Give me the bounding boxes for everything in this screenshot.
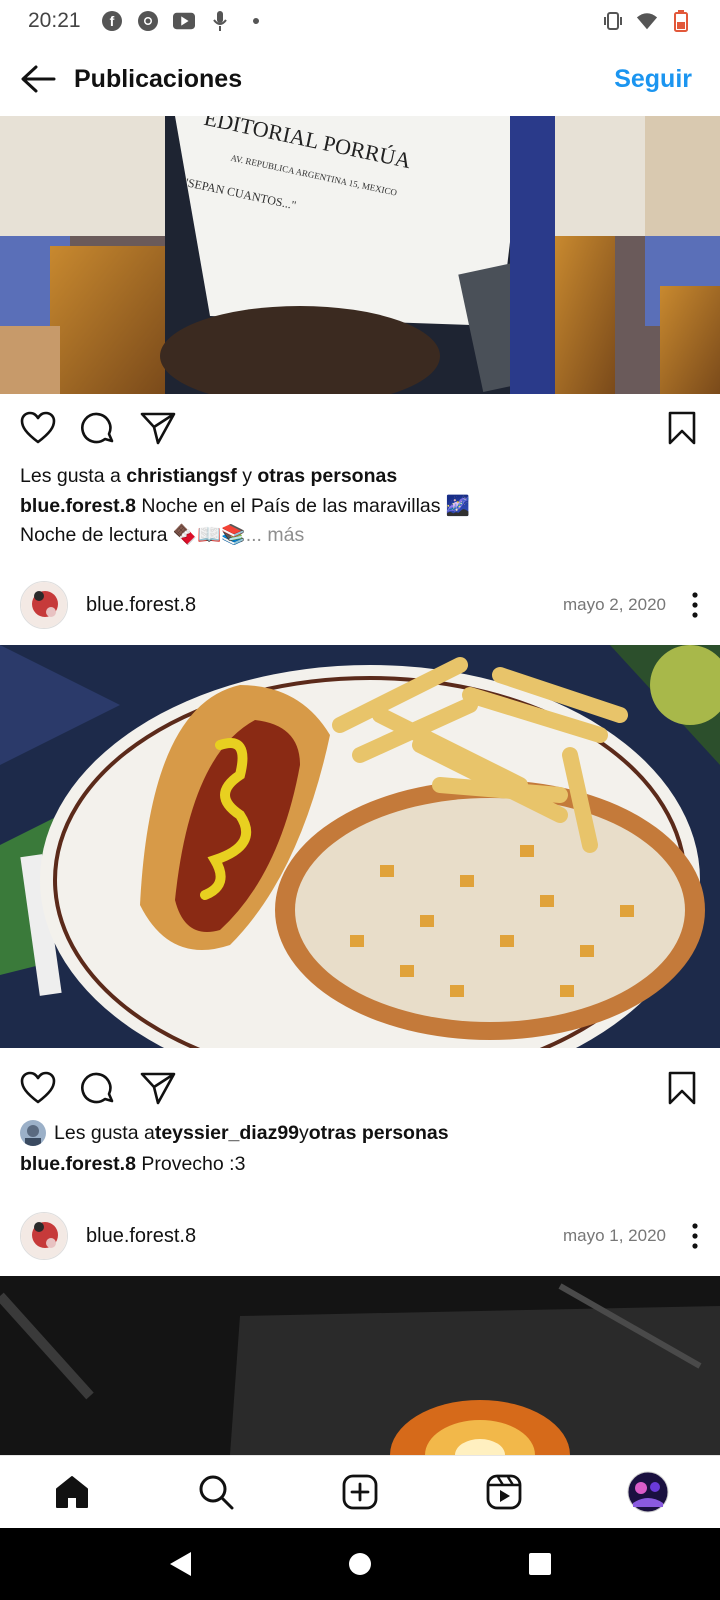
profile-avatar[interactable]	[576, 1456, 720, 1529]
caption-text: Provecho :3	[135, 1153, 246, 1175]
like-heart-icon[interactable]	[16, 1066, 60, 1110]
comment-icon[interactable]	[76, 406, 120, 450]
system-back-icon[interactable]	[150, 1534, 210, 1594]
caption-username[interactable]: blue.forest.8	[20, 1153, 136, 1175]
share-send-icon[interactable]	[136, 1066, 180, 1110]
post2-caption: blue.forest.8 Provecho :3	[20, 1153, 245, 1176]
dot-icon	[245, 10, 267, 32]
more-link[interactable]: ... más	[246, 524, 305, 546]
save-bookmark-icon[interactable]	[660, 406, 704, 450]
create-post-icon[interactable]	[288, 1456, 432, 1529]
more-options-icon[interactable]	[680, 585, 710, 625]
post-date: mayo 1, 2020	[562, 1226, 666, 1245]
liker-avatar[interactable]	[20, 1120, 46, 1146]
likes-prefix: Les gusta a	[20, 465, 127, 487]
avatar[interactable]	[20, 1212, 68, 1260]
svg-text:f: f	[109, 13, 114, 29]
likes-joiner: y	[299, 1121, 309, 1144]
post-image-books[interactable]: EDITORIAL PORRÚA AV. REPUBLICA ARGENTINA…	[0, 116, 720, 394]
page-title: Publicaciones	[74, 64, 243, 93]
likes-user-link[interactable]: christiangsf	[126, 465, 237, 487]
likes-others-link[interactable]: otras personas	[309, 1122, 449, 1145]
back-arrow-icon[interactable]	[18, 59, 58, 99]
like-heart-icon[interactable]	[16, 406, 60, 450]
post1-caption-line2: Noche de lectura 🍫📖📚... más	[20, 523, 304, 547]
post1-caption: blue.forest.8 Noche en el País de las ma…	[20, 494, 470, 518]
caption-text: Noche en el País de las maravillas 🌌	[135, 495, 471, 517]
post1-likes: Les gusta a christiangsf y otras persona…	[20, 465, 397, 488]
wifi-icon	[636, 10, 658, 32]
youtube-icon	[172, 10, 195, 32]
likes-user-link[interactable]: teyssier_diaz99	[155, 1122, 299, 1145]
comment-icon[interactable]	[76, 1066, 120, 1110]
status-bar: 20:21 f	[0, 0, 720, 42]
author-username[interactable]: blue.forest.8	[86, 1225, 196, 1248]
likes-others-link[interactable]: otras personas	[257, 465, 397, 487]
post-image-food[interactable]	[0, 645, 720, 1048]
follow-button[interactable]: Seguir	[614, 65, 692, 94]
post1-actions	[0, 406, 720, 456]
vibrate-icon	[602, 10, 624, 32]
more-options-icon[interactable]	[680, 1216, 710, 1256]
home-icon[interactable]	[0, 1456, 144, 1529]
post-image-dark[interactable]	[0, 1276, 720, 1455]
post2-header: blue.forest.8 mayo 2, 2020	[0, 575, 720, 635]
bottom-navigation	[0, 1455, 720, 1528]
facebook-icon: f	[101, 10, 123, 32]
post3-header: blue.forest.8 mayo 1, 2020	[0, 1206, 720, 1266]
search-icon[interactable]	[144, 1456, 288, 1529]
post-date: mayo 2, 2020	[562, 595, 666, 614]
save-bookmark-icon[interactable]	[660, 1066, 704, 1110]
system-navigation-bar	[0, 1528, 720, 1600]
caption-username[interactable]: blue.forest.8	[20, 495, 136, 517]
reels-icon[interactable]	[432, 1456, 576, 1529]
top-header: Publicaciones Seguir	[0, 42, 720, 116]
likes-prefix: Les gusta a	[54, 1121, 155, 1144]
post2-likes: Les gusta a teyssier_diaz99 y otras pers…	[20, 1120, 449, 1146]
likes-joiner: y	[236, 465, 258, 487]
battery-low-icon	[670, 10, 692, 32]
system-home-icon[interactable]	[330, 1534, 390, 1594]
avatar[interactable]	[20, 581, 68, 629]
system-recents-icon[interactable]	[510, 1534, 570, 1594]
caption-text-line2: Noche de lectura 🍫📖📚	[20, 524, 246, 546]
chrome-icon	[137, 10, 159, 32]
mic-icon	[209, 10, 231, 32]
status-time: 20:21	[28, 9, 81, 32]
author-username[interactable]: blue.forest.8	[86, 594, 196, 617]
share-send-icon[interactable]	[136, 406, 180, 450]
post2-actions	[0, 1066, 720, 1116]
